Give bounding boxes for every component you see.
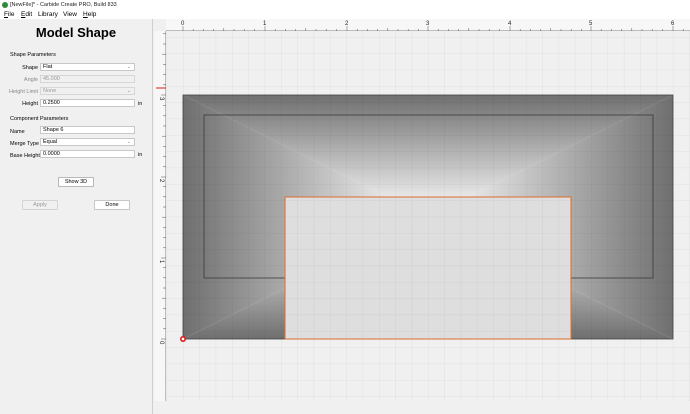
y-tick-label: 1 <box>158 260 164 264</box>
x-tick-label: 3 <box>426 21 430 27</box>
x-tick-label: 5 <box>589 21 593 27</box>
y-tick-label: 2 <box>158 179 164 183</box>
x-tick-label: 0 <box>181 21 185 27</box>
y-tick-label: 0 <box>158 341 164 345</box>
y-tick-label: 3 <box>158 97 164 101</box>
x-tick-label: 2 <box>345 21 349 27</box>
horizontal-ruler-ticks <box>182 26 684 31</box>
selected-shape-grid <box>285 197 571 339</box>
vertical-ruler-ticks <box>161 33 166 340</box>
x-tick-label: 6 <box>671 21 675 27</box>
x-tick-label: 1 <box>263 21 267 27</box>
origin-marker <box>180 336 186 342</box>
design-canvas[interactable]: 0 1 2 3 4 5 6 0 1 2 3 <box>0 0 690 414</box>
x-tick-label: 4 <box>508 21 512 27</box>
